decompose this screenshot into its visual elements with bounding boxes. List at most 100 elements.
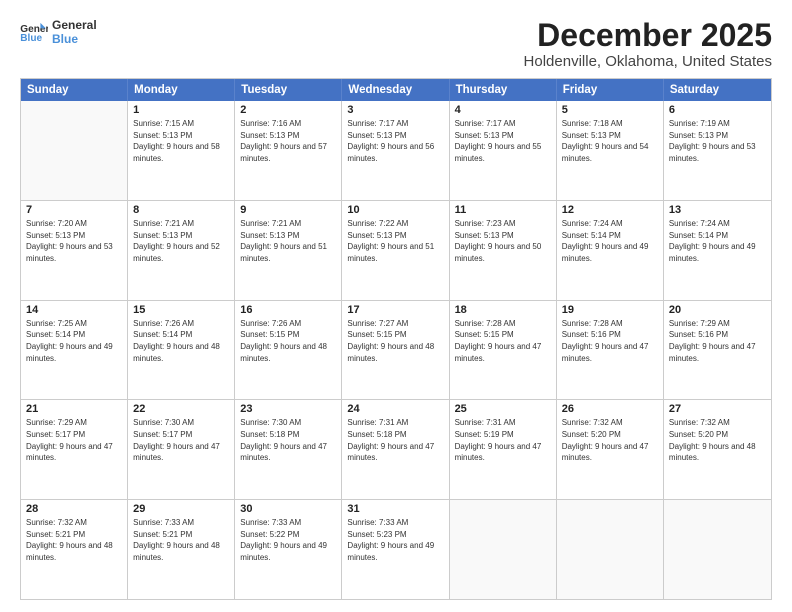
day-number: 24 xyxy=(347,403,443,415)
calendar-cell: 31 Sunrise: 7:33 AMSunset: 5:23 PMDayligh… xyxy=(342,500,449,599)
day-info: Sunrise: 7:24 AMSunset: 5:14 PMDaylight:… xyxy=(562,218,658,264)
calendar-row: 21Sunrise: 7:29 AMSunset: 5:17 PMDayligh… xyxy=(21,400,771,500)
calendar-cell xyxy=(557,500,664,599)
day-number: 28 xyxy=(26,503,122,515)
calendar-cell: 12Sunrise: 7:24 AMSunset: 5:14 PMDayligh… xyxy=(557,201,664,300)
day-number: 8 xyxy=(133,204,229,216)
day-number: 20 xyxy=(669,304,766,316)
calendar-cell: 25 Sunrise: 7:31 AMSunset: 5:19 PMDayligh… xyxy=(450,400,557,499)
day-info: Sunrise: 7:29 AMSunset: 5:17 PMDaylight:… xyxy=(26,417,122,463)
calendar-header-cell: Saturday xyxy=(664,79,771,101)
day-info: Sunrise: 7:28 AMSunset: 5:15 PMDaylight:… xyxy=(455,318,551,364)
day-info: Sunrise: 7:31 AMSunset: 5:18 PMDaylight:… xyxy=(347,417,443,463)
day-number: 13 xyxy=(669,204,766,216)
calendar-cell: 6Sunrise: 7:19 AMSunset: 5:13 PMDaylight… xyxy=(664,101,771,200)
day-info: Sunrise: 7:17 AMSunset: 5:13 PMDaylight:… xyxy=(455,118,551,164)
logo-blue: Blue xyxy=(52,32,97,46)
calendar-cell: 1 Sunrise: 7:15 AMSunset: 5:13 PMDaylight… xyxy=(128,101,235,200)
day-number: 16 xyxy=(240,304,336,316)
day-info: Sunrise: 7:33 AMSunset: 5:22 PMDaylight:… xyxy=(240,517,336,563)
logo-icon: General Blue xyxy=(20,21,48,43)
calendar-cell: 10Sunrise: 7:22 AMSunset: 5:13 PMDayligh… xyxy=(342,201,449,300)
title-area: December 2025 Holdenville, Oklahoma, Uni… xyxy=(524,18,772,70)
day-number: 29 xyxy=(133,503,229,515)
header: General Blue General Blue December 2025 … xyxy=(20,18,772,70)
calendar-row: 28 Sunrise: 7:32 AMSunset: 5:21 PMDayligh… xyxy=(21,500,771,599)
day-number: 7 xyxy=(26,204,122,216)
calendar-cell: 21Sunrise: 7:29 AMSunset: 5:17 PMDayligh… xyxy=(21,400,128,499)
calendar-cell: 20 Sunrise: 7:29 AMSunset: 5:16 PMDayligh… xyxy=(664,301,771,400)
calendar-cell: 24 Sunrise: 7:31 AMSunset: 5:18 PMDayligh… xyxy=(342,400,449,499)
calendar-cell: 23 Sunrise: 7:30 AMSunset: 5:18 PMDayligh… xyxy=(235,400,342,499)
calendar-row: 14Sunrise: 7:25 AMSunset: 5:14 PMDayligh… xyxy=(21,301,771,401)
day-info: Sunrise: 7:33 AMSunset: 5:23 PMDaylight:… xyxy=(347,517,443,563)
day-info: Sunrise: 7:26 AMSunset: 5:15 PMDaylight:… xyxy=(240,318,336,364)
calendar-cell: 18 Sunrise: 7:28 AMSunset: 5:15 PMDayligh… xyxy=(450,301,557,400)
day-number: 14 xyxy=(26,304,122,316)
day-number: 15 xyxy=(133,304,229,316)
day-info: Sunrise: 7:18 AMSunset: 5:13 PMDaylight:… xyxy=(562,118,658,164)
day-number: 27 xyxy=(669,403,766,415)
logo: General Blue General Blue xyxy=(20,18,97,47)
page-subtitle: Holdenville, Oklahoma, United States xyxy=(524,53,772,70)
day-number: 23 xyxy=(240,403,336,415)
calendar-cell: 2 Sunrise: 7:16 AMSunset: 5:13 PMDaylight… xyxy=(235,101,342,200)
day-info: Sunrise: 7:32 AMSunset: 5:21 PMDaylight:… xyxy=(26,517,122,563)
day-number: 5 xyxy=(562,104,658,116)
day-number: 31 xyxy=(347,503,443,515)
calendar-header-cell: Sunday xyxy=(21,79,128,101)
day-number: 22 xyxy=(133,403,229,415)
calendar-cell: 30 Sunrise: 7:33 AMSunset: 5:22 PMDayligh… xyxy=(235,500,342,599)
day-info: Sunrise: 7:23 AMSunset: 5:13 PMDaylight:… xyxy=(455,218,551,264)
day-info: Sunrise: 7:17 AMSunset: 5:13 PMDaylight:… xyxy=(347,118,443,164)
day-number: 26 xyxy=(562,403,658,415)
day-number: 3 xyxy=(347,104,443,116)
calendar-cell: 17 Sunrise: 7:27 AMSunset: 5:15 PMDayligh… xyxy=(342,301,449,400)
calendar-header-cell: Tuesday xyxy=(235,79,342,101)
day-number: 2 xyxy=(240,104,336,116)
calendar-cell: 3 Sunrise: 7:17 AMSunset: 5:13 PMDaylight… xyxy=(342,101,449,200)
calendar-cell: 16 Sunrise: 7:26 AMSunset: 5:15 PMDayligh… xyxy=(235,301,342,400)
day-number: 4 xyxy=(455,104,551,116)
day-info: Sunrise: 7:19 AMSunset: 5:13 PMDaylight:… xyxy=(669,118,766,164)
day-info: Sunrise: 7:16 AMSunset: 5:13 PMDaylight:… xyxy=(240,118,336,164)
calendar-cell: 7 Sunrise: 7:20 AMSunset: 5:13 PMDaylight… xyxy=(21,201,128,300)
day-info: Sunrise: 7:15 AMSunset: 5:13 PMDaylight:… xyxy=(133,118,229,164)
day-info: Sunrise: 7:33 AMSunset: 5:21 PMDaylight:… xyxy=(133,517,229,563)
day-info: Sunrise: 7:31 AMSunset: 5:19 PMDaylight:… xyxy=(455,417,551,463)
day-info: Sunrise: 7:21 AMSunset: 5:13 PMDaylight:… xyxy=(240,218,336,264)
day-info: Sunrise: 7:30 AMSunset: 5:17 PMDaylight:… xyxy=(133,417,229,463)
day-info: Sunrise: 7:30 AMSunset: 5:18 PMDaylight:… xyxy=(240,417,336,463)
day-number: 17 xyxy=(347,304,443,316)
day-info: Sunrise: 7:29 AMSunset: 5:16 PMDaylight:… xyxy=(669,318,766,364)
day-info: Sunrise: 7:26 AMSunset: 5:14 PMDaylight:… xyxy=(133,318,229,364)
day-info: Sunrise: 7:24 AMSunset: 5:14 PMDaylight:… xyxy=(669,218,766,264)
calendar-cell: 14Sunrise: 7:25 AMSunset: 5:14 PMDayligh… xyxy=(21,301,128,400)
calendar-header-cell: Wednesday xyxy=(342,79,449,101)
calendar-body: 1 Sunrise: 7:15 AMSunset: 5:13 PMDaylight… xyxy=(21,101,771,599)
calendar-cell: 4 Sunrise: 7:17 AMSunset: 5:13 PMDaylight… xyxy=(450,101,557,200)
calendar: SundayMondayTuesdayWednesdayThursdayFrid… xyxy=(20,78,772,600)
day-number: 1 xyxy=(133,104,229,116)
day-info: Sunrise: 7:27 AMSunset: 5:15 PMDaylight:… xyxy=(347,318,443,364)
calendar-cell: 13 Sunrise: 7:24 AMSunset: 5:14 PMDayligh… xyxy=(664,201,771,300)
calendar-cell: 9 Sunrise: 7:21 AMSunset: 5:13 PMDaylight… xyxy=(235,201,342,300)
day-number: 9 xyxy=(240,204,336,216)
calendar-cell xyxy=(21,101,128,200)
calendar-cell: 28 Sunrise: 7:32 AMSunset: 5:21 PMDayligh… xyxy=(21,500,128,599)
day-number: 10 xyxy=(347,204,443,216)
day-number: 25 xyxy=(455,403,551,415)
day-number: 18 xyxy=(455,304,551,316)
calendar-cell: 15 Sunrise: 7:26 AMSunset: 5:14 PMDayligh… xyxy=(128,301,235,400)
calendar-cell: 29 Sunrise: 7:33 AMSunset: 5:21 PMDayligh… xyxy=(128,500,235,599)
calendar-cell: 8Sunrise: 7:21 AMSunset: 5:13 PMDaylight… xyxy=(128,201,235,300)
day-info: Sunrise: 7:20 AMSunset: 5:13 PMDaylight:… xyxy=(26,218,122,264)
calendar-row: 1 Sunrise: 7:15 AMSunset: 5:13 PMDaylight… xyxy=(21,101,771,201)
day-info: Sunrise: 7:28 AMSunset: 5:16 PMDaylight:… xyxy=(562,318,658,364)
day-number: 30 xyxy=(240,503,336,515)
calendar-cell: 5 Sunrise: 7:18 AMSunset: 5:13 PMDaylight… xyxy=(557,101,664,200)
svg-text:Blue: Blue xyxy=(20,34,42,44)
day-info: Sunrise: 7:32 AMSunset: 5:20 PMDaylight:… xyxy=(669,417,766,463)
calendar-cell: 11Sunrise: 7:23 AMSunset: 5:13 PMDayligh… xyxy=(450,201,557,300)
calendar-header-cell: Friday xyxy=(557,79,664,101)
